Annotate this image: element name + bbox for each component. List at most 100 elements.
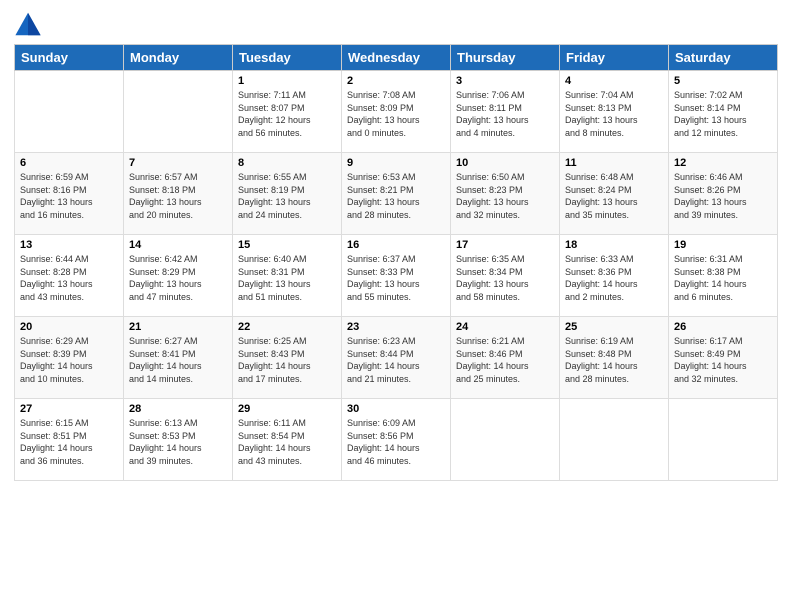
calendar-cell: 5 Sunrise: 7:02 AM Sunset: 8:14 PM Daylig…	[669, 71, 778, 153]
day-number: 10	[456, 157, 554, 169]
calendar-cell: 24 Sunrise: 6:21 AM Sunset: 8:46 PM Dayli…	[451, 317, 560, 399]
calendar-cell	[669, 399, 778, 481]
calendar-cell: 16 Sunrise: 6:37 AM Sunset: 8:33 PM Dayli…	[342, 235, 451, 317]
day-number: 14	[129, 239, 227, 251]
day-info: Sunrise: 6:37 AM Sunset: 8:33 PM Dayligh…	[347, 253, 445, 303]
day-info: Sunrise: 7:11 AM Sunset: 8:07 PM Dayligh…	[238, 89, 336, 139]
day-info: Sunrise: 6:15 AM Sunset: 8:51 PM Dayligh…	[20, 417, 118, 467]
calendar-week-row: 13 Sunrise: 6:44 AM Sunset: 8:28 PM Dayli…	[15, 235, 778, 317]
calendar-cell	[451, 399, 560, 481]
day-number: 28	[129, 403, 227, 415]
day-info: Sunrise: 6:19 AM Sunset: 8:48 PM Dayligh…	[565, 335, 663, 385]
calendar-cell	[124, 71, 233, 153]
calendar-cell: 2 Sunrise: 7:08 AM Sunset: 8:09 PM Daylig…	[342, 71, 451, 153]
day-info: Sunrise: 6:40 AM Sunset: 8:31 PM Dayligh…	[238, 253, 336, 303]
day-info: Sunrise: 6:33 AM Sunset: 8:36 PM Dayligh…	[565, 253, 663, 303]
day-info: Sunrise: 7:04 AM Sunset: 8:13 PM Dayligh…	[565, 89, 663, 139]
day-number: 29	[238, 403, 336, 415]
day-number: 1	[238, 75, 336, 87]
day-info: Sunrise: 6:48 AM Sunset: 8:24 PM Dayligh…	[565, 171, 663, 221]
calendar-cell: 21 Sunrise: 6:27 AM Sunset: 8:41 PM Dayli…	[124, 317, 233, 399]
logo	[14, 10, 44, 38]
day-number: 9	[347, 157, 445, 169]
calendar-cell: 28 Sunrise: 6:13 AM Sunset: 8:53 PM Dayli…	[124, 399, 233, 481]
calendar-week-row: 1 Sunrise: 7:11 AM Sunset: 8:07 PM Daylig…	[15, 71, 778, 153]
day-number: 25	[565, 321, 663, 333]
day-info: Sunrise: 6:11 AM Sunset: 8:54 PM Dayligh…	[238, 417, 336, 467]
day-info: Sunrise: 6:42 AM Sunset: 8:29 PM Dayligh…	[129, 253, 227, 303]
day-number: 20	[20, 321, 118, 333]
calendar-cell: 14 Sunrise: 6:42 AM Sunset: 8:29 PM Dayli…	[124, 235, 233, 317]
day-number: 11	[565, 157, 663, 169]
calendar-day-header: Saturday	[669, 45, 778, 71]
calendar-cell	[15, 71, 124, 153]
day-number: 7	[129, 157, 227, 169]
calendar-cell: 15 Sunrise: 6:40 AM Sunset: 8:31 PM Dayli…	[233, 235, 342, 317]
calendar-cell: 7 Sunrise: 6:57 AM Sunset: 8:18 PM Daylig…	[124, 153, 233, 235]
day-info: Sunrise: 6:13 AM Sunset: 8:53 PM Dayligh…	[129, 417, 227, 467]
calendar-cell: 19 Sunrise: 6:31 AM Sunset: 8:38 PM Dayli…	[669, 235, 778, 317]
day-number: 5	[674, 75, 772, 87]
calendar-cell: 30 Sunrise: 6:09 AM Sunset: 8:56 PM Dayli…	[342, 399, 451, 481]
day-number: 6	[20, 157, 118, 169]
calendar-cell: 1 Sunrise: 7:11 AM Sunset: 8:07 PM Daylig…	[233, 71, 342, 153]
day-number: 21	[129, 321, 227, 333]
page: SundayMondayTuesdayWednesdayThursdayFrid…	[0, 0, 792, 612]
day-number: 23	[347, 321, 445, 333]
calendar-cell: 27 Sunrise: 6:15 AM Sunset: 8:51 PM Dayli…	[15, 399, 124, 481]
day-number: 15	[238, 239, 336, 251]
calendar-cell: 12Sunrise: 6:46 AM Sunset: 8:26 PM Dayli…	[669, 153, 778, 235]
day-number: 18	[565, 239, 663, 251]
calendar-cell: 18 Sunrise: 6:33 AM Sunset: 8:36 PM Dayli…	[560, 235, 669, 317]
calendar-cell: 9 Sunrise: 6:53 AM Sunset: 8:21 PM Daylig…	[342, 153, 451, 235]
calendar-cell: 3 Sunrise: 7:06 AM Sunset: 8:11 PM Daylig…	[451, 71, 560, 153]
day-info: Sunrise: 7:06 AM Sunset: 8:11 PM Dayligh…	[456, 89, 554, 139]
calendar-day-header: Friday	[560, 45, 669, 71]
day-info: Sunrise: 6:21 AM Sunset: 8:46 PM Dayligh…	[456, 335, 554, 385]
day-info: Sunrise: 6:50 AM Sunset: 8:23 PM Dayligh…	[456, 171, 554, 221]
calendar-cell: 10 Sunrise: 6:50 AM Sunset: 8:23 PM Dayli…	[451, 153, 560, 235]
day-number: 13	[20, 239, 118, 251]
day-info: Sunrise: 6:31 AM Sunset: 8:38 PM Dayligh…	[674, 253, 772, 303]
day-number: 19	[674, 239, 772, 251]
day-number: 30	[347, 403, 445, 415]
day-info: Sunrise: 6:17 AM Sunset: 8:49 PM Dayligh…	[674, 335, 772, 385]
day-number: 4	[565, 75, 663, 87]
calendar-cell: 6 Sunrise: 6:59 AM Sunset: 8:16 PM Daylig…	[15, 153, 124, 235]
calendar-week-row: 27 Sunrise: 6:15 AM Sunset: 8:51 PM Dayli…	[15, 399, 778, 481]
calendar-week-row: 6 Sunrise: 6:59 AM Sunset: 8:16 PM Daylig…	[15, 153, 778, 235]
logo-icon	[14, 10, 42, 38]
day-number: 22	[238, 321, 336, 333]
calendar-day-header: Wednesday	[342, 45, 451, 71]
day-info: Sunrise: 6:44 AM Sunset: 8:28 PM Dayligh…	[20, 253, 118, 303]
calendar: SundayMondayTuesdayWednesdayThursdayFrid…	[14, 44, 778, 481]
day-number: 16	[347, 239, 445, 251]
day-info: Sunrise: 6:29 AM Sunset: 8:39 PM Dayligh…	[20, 335, 118, 385]
day-info: Sunrise: 6:35 AM Sunset: 8:34 PM Dayligh…	[456, 253, 554, 303]
day-info: Sunrise: 6:53 AM Sunset: 8:21 PM Dayligh…	[347, 171, 445, 221]
day-number: 12	[674, 157, 772, 169]
day-info: Sunrise: 6:25 AM Sunset: 8:43 PM Dayligh…	[238, 335, 336, 385]
day-info: Sunrise: 6:59 AM Sunset: 8:16 PM Dayligh…	[20, 171, 118, 221]
calendar-day-header: Sunday	[15, 45, 124, 71]
day-info: Sunrise: 6:55 AM Sunset: 8:19 PM Dayligh…	[238, 171, 336, 221]
calendar-cell: 8Sunrise: 6:55 AM Sunset: 8:19 PM Daylig…	[233, 153, 342, 235]
day-info: Sunrise: 6:27 AM Sunset: 8:41 PM Dayligh…	[129, 335, 227, 385]
day-info: Sunrise: 7:08 AM Sunset: 8:09 PM Dayligh…	[347, 89, 445, 139]
day-number: 24	[456, 321, 554, 333]
day-number: 2	[347, 75, 445, 87]
day-info: Sunrise: 6:09 AM Sunset: 8:56 PM Dayligh…	[347, 417, 445, 467]
calendar-cell: 4 Sunrise: 7:04 AM Sunset: 8:13 PM Daylig…	[560, 71, 669, 153]
day-info: Sunrise: 7:02 AM Sunset: 8:14 PM Dayligh…	[674, 89, 772, 139]
calendar-cell: 25 Sunrise: 6:19 AM Sunset: 8:48 PM Dayli…	[560, 317, 669, 399]
day-number: 17	[456, 239, 554, 251]
day-number: 3	[456, 75, 554, 87]
day-info: Sunrise: 6:23 AM Sunset: 8:44 PM Dayligh…	[347, 335, 445, 385]
calendar-day-header: Tuesday	[233, 45, 342, 71]
calendar-week-row: 20 Sunrise: 6:29 AM Sunset: 8:39 PM Dayli…	[15, 317, 778, 399]
calendar-cell: 20 Sunrise: 6:29 AM Sunset: 8:39 PM Dayli…	[15, 317, 124, 399]
header	[14, 10, 778, 38]
day-info: Sunrise: 6:57 AM Sunset: 8:18 PM Dayligh…	[129, 171, 227, 221]
day-number: 27	[20, 403, 118, 415]
calendar-cell: 22 Sunrise: 6:25 AM Sunset: 8:43 PM Dayli…	[233, 317, 342, 399]
